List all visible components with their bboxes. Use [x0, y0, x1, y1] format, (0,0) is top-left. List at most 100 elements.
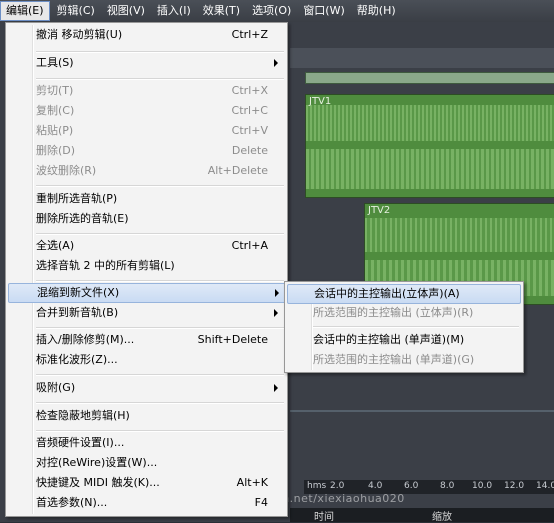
- track-divider: [290, 410, 554, 412]
- menubar: 编辑(E) 剪辑(C) 视图(V) 插入(I) 效果(T) 选项(O) 窗口(W…: [0, 0, 554, 22]
- shortcut-text: Alt+Delete: [207, 164, 268, 177]
- waveform-left: [306, 105, 554, 141]
- audio-clip-jtv1[interactable]: JTV1: [305, 94, 554, 198]
- ruler-tick: 8.0: [440, 481, 455, 491]
- mixdown-submenu: 会话中的主控输出(立体声)(A) 所选范围的主控输出 (立体声)(R) 会话中的…: [284, 281, 524, 373]
- menu-item-snap[interactable]: 吸附(G): [8, 378, 284, 398]
- submenu-arrow-icon: [275, 289, 279, 297]
- menu-item-label: 删除(D): [36, 144, 76, 157]
- menu-item-delete-tracks[interactable]: 删除所选的音轨(E): [8, 209, 284, 229]
- menu-item-label: 粘贴(P): [36, 124, 74, 137]
- menu-item-label: 剪切(T): [36, 84, 74, 97]
- menu-separator: [36, 280, 284, 282]
- ruler-tick: 14.0: [536, 481, 554, 491]
- menu-item-ripple-delete[interactable]: 波纹删除(R) Alt+Delete: [8, 161, 284, 181]
- menu-item-delete[interactable]: 删除(D) Delete: [8, 141, 284, 161]
- menu-item-label: 所选范围的主控输出 (单声道)(G): [313, 353, 475, 366]
- tab-time[interactable]: 时间: [314, 508, 334, 523]
- submenu-arrow-icon: [274, 384, 278, 392]
- menu-item-shortcuts[interactable]: 快捷键及 MIDI 触发(K)... Alt+K: [8, 473, 284, 493]
- shortcut-text: Shift+Delete: [197, 333, 268, 346]
- menu-item-insert-delete-time[interactable]: 插入/删除修剪(M)... Shift+Delete: [8, 330, 284, 350]
- menu-item-duplicate-tracks[interactable]: 重制所选音轨(P): [8, 189, 284, 209]
- submenu-item-master-mono[interactable]: 会话中的主控输出 (单声道)(M): [287, 330, 519, 350]
- menu-options[interactable]: 选项(O): [247, 1, 296, 21]
- menu-item-rewire[interactable]: 对控(ReWire)设置(W)...: [8, 453, 284, 473]
- menu-item-copy[interactable]: 复制(C) Ctrl+C: [8, 101, 284, 121]
- tab-zoom[interactable]: 缩放: [432, 508, 452, 523]
- menu-separator: [36, 402, 284, 404]
- menu-help[interactable]: 帮助(H): [352, 1, 401, 21]
- menu-separator: [36, 430, 284, 432]
- ruler-tick: 12.0: [504, 481, 525, 491]
- clip-label: JTV2: [368, 205, 391, 216]
- menu-window[interactable]: 窗口(W): [298, 1, 349, 21]
- waveform-right: [306, 149, 554, 189]
- shortcut-text: Ctrl+A: [231, 239, 268, 252]
- bottom-panel-tabs: 时间 缩放: [290, 508, 554, 523]
- edit-menu: 撤消 移动剪辑(U) Ctrl+Z 工具(S) 剪切(T) Ctrl+X 复制(C)…: [5, 22, 288, 517]
- submenu-arrow-icon: [274, 309, 278, 317]
- menu-item-label: 撤消 移动剪辑(U): [36, 28, 123, 41]
- ruler-tick: 4.0: [368, 481, 383, 491]
- menu-insert[interactable]: 插入(I): [152, 1, 196, 21]
- ruler-tick: 6.0: [404, 481, 419, 491]
- menu-view[interactable]: 视图(V): [102, 1, 150, 21]
- menu-separator: [313, 326, 519, 328]
- menu-item-label: 快捷键及 MIDI 触发(K)...: [36, 476, 160, 489]
- menu-item-label: 复制(C): [36, 104, 75, 117]
- menu-separator: [36, 327, 284, 329]
- menu-item-label: 吸附(G): [36, 381, 76, 394]
- menu-item-label: 检查隐蔽地剪辑(H): [36, 409, 130, 422]
- menu-item-label: 选择音轨 2 中的所有剪辑(L): [36, 259, 175, 272]
- overview-timeline[interactable]: [305, 72, 554, 84]
- menu-item-label: 对控(ReWire)设置(W)...: [36, 456, 158, 469]
- menu-edit[interactable]: 编辑(E): [0, 1, 50, 21]
- waveform-left: [365, 218, 554, 252]
- shortcut-text: Ctrl+V: [231, 124, 268, 137]
- menu-item-preferences[interactable]: 首选参数(N)... F4: [8, 493, 284, 513]
- submenu-item-range-mono[interactable]: 所选范围的主控输出 (单声道)(G): [287, 350, 519, 370]
- submenu-item-master-stereo[interactable]: 会话中的主控输出(立体声)(A): [287, 284, 521, 304]
- menu-separator: [36, 233, 284, 235]
- menu-item-check-hidden-clips[interactable]: 检查隐蔽地剪辑(H): [8, 406, 284, 426]
- menu-item-label: 插入/删除修剪(M)...: [36, 333, 135, 346]
- menu-item-select-all[interactable]: 全选(A) Ctrl+A: [8, 236, 284, 256]
- menu-clip[interactable]: 剪辑(C): [52, 1, 100, 21]
- menu-item-label: 删除所选的音轨(E): [36, 212, 129, 225]
- menu-item-label: 波纹删除(R): [36, 164, 97, 177]
- shortcut-text: Ctrl+C: [231, 104, 268, 117]
- ruler-tick: 10.0: [472, 481, 493, 491]
- menu-item-label: 会话中的主控输出 (单声道)(M): [313, 333, 465, 346]
- shortcut-text: F4: [254, 496, 268, 509]
- menu-item-normalize[interactable]: 标准化波形(Z)...: [8, 350, 284, 370]
- menu-item-label: 音频硬件设置(I)...: [36, 436, 125, 449]
- menu-separator: [36, 185, 284, 187]
- menu-item-label: 全选(A): [36, 239, 75, 252]
- shortcut-text: Delete: [231, 144, 268, 157]
- menu-effects[interactable]: 效果(T): [198, 1, 245, 21]
- editor-toolbar-strip: [290, 48, 554, 68]
- menu-item-audio-hardware[interactable]: 音频硬件设置(I)...: [8, 433, 284, 453]
- menu-separator: [36, 78, 284, 80]
- menu-item-label: 首选参数(N)...: [36, 496, 108, 509]
- menu-item-merge-new-track[interactable]: 合并到新音轨(B): [8, 303, 284, 323]
- menu-item-label: 混缩到新文件(X): [37, 286, 120, 299]
- ruler-tick: 2.0: [330, 481, 345, 491]
- ruler-unit: hms: [307, 481, 327, 491]
- menu-item-undo[interactable]: 撤消 移动剪辑(U) Ctrl+Z: [8, 25, 284, 45]
- shortcut-text: Alt+K: [236, 476, 268, 489]
- submenu-item-range-stereo[interactable]: 所选范围的主控输出 (立体声)(R): [287, 303, 519, 323]
- shortcut-text: Ctrl+Z: [231, 28, 268, 41]
- menu-item-paste[interactable]: 粘贴(P) Ctrl+V: [8, 121, 284, 141]
- menu-item-label: 重制所选音轨(P): [36, 192, 118, 205]
- menu-separator: [36, 374, 284, 376]
- menu-item-tools[interactable]: 工具(S): [8, 53, 284, 73]
- menu-item-cut[interactable]: 剪切(T) Ctrl+X: [8, 81, 284, 101]
- menu-item-label: 工具(S): [36, 56, 74, 69]
- menu-item-mixdown-new-file[interactable]: 混缩到新文件(X): [8, 283, 286, 303]
- menu-item-select-track-clips[interactable]: 选择音轨 2 中的所有剪辑(L): [8, 256, 284, 276]
- menu-item-label: 会话中的主控输出(立体声)(A): [314, 287, 460, 300]
- menu-item-label: 标准化波形(Z)...: [36, 353, 118, 366]
- menu-item-label: 合并到新音轨(B): [36, 306, 119, 319]
